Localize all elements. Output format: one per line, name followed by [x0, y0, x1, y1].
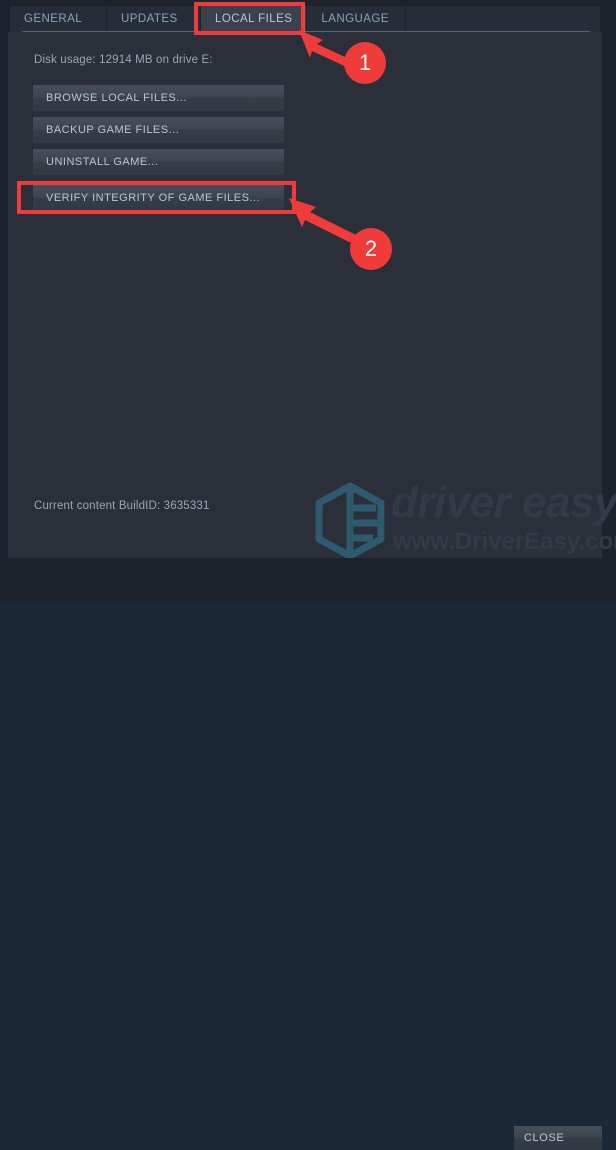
- tab-updates-label: UPDATES: [121, 13, 178, 25]
- callout-badge-1-number: 1: [358, 50, 372, 75]
- driver-easy-watermark: driver easy www.DriverEasy.com: [313, 478, 616, 564]
- tab-general[interactable]: GENERAL: [10, 6, 107, 32]
- window-right-border: [602, 0, 616, 603]
- browse-local-files-button[interactable]: BROWSE LOCAL FILES...: [33, 85, 284, 111]
- callout-badge-2-number: 2: [364, 236, 378, 261]
- window-footer: CLOSE: [0, 558, 616, 1150]
- tab-bar-filler: [406, 6, 600, 32]
- tab-bar: GENERAL UPDATES LOCAL FILES LANGUAGE: [10, 6, 600, 32]
- disk-usage-label: Disk usage: 12914 MB on drive E:: [34, 54, 213, 66]
- verify-integrity-label: VERIFY INTEGRITY OF GAME FILES...: [46, 192, 261, 204]
- tab-local-files[interactable]: LOCAL FILES: [201, 6, 308, 32]
- watermark-url: www.DriverEasy.com: [393, 528, 616, 555]
- local-files-panel: Disk usage: 12914 MB on drive E: BROWSE …: [8, 32, 616, 560]
- tab-local-files-label: LOCAL FILES: [215, 13, 293, 25]
- tab-language[interactable]: LANGUAGE: [307, 6, 407, 32]
- tab-general-label: GENERAL: [24, 13, 83, 25]
- window-left-border: [0, 0, 8, 603]
- hexagon-logo-icon: [315, 482, 385, 560]
- watermark-title: driver easy: [391, 478, 616, 527]
- steam-game-properties-window: GENERAL UPDATES LOCAL FILES LANGUAGE Dis…: [0, 0, 616, 1150]
- close-button[interactable]: CLOSE: [514, 1126, 602, 1150]
- close-button-label: CLOSE: [524, 1132, 565, 1144]
- build-id-label: Current content BuildID: 3635331: [34, 500, 210, 512]
- backup-game-files-label: BACKUP GAME FILES...: [46, 124, 180, 136]
- tab-updates[interactable]: UPDATES: [107, 6, 201, 32]
- callout-badge-1: 1: [344, 42, 386, 84]
- callout-badge-2: 2: [350, 228, 392, 270]
- browse-local-files-label: BROWSE LOCAL FILES...: [46, 92, 187, 104]
- uninstall-game-button[interactable]: UNINSTALL GAME...: [33, 149, 284, 175]
- verify-integrity-button[interactable]: VERIFY INTEGRITY OF GAME FILES...: [33, 185, 284, 211]
- uninstall-game-label: UNINSTALL GAME...: [46, 156, 159, 168]
- tab-language-label: LANGUAGE: [321, 13, 389, 25]
- backup-game-files-button[interactable]: BACKUP GAME FILES...: [33, 117, 284, 143]
